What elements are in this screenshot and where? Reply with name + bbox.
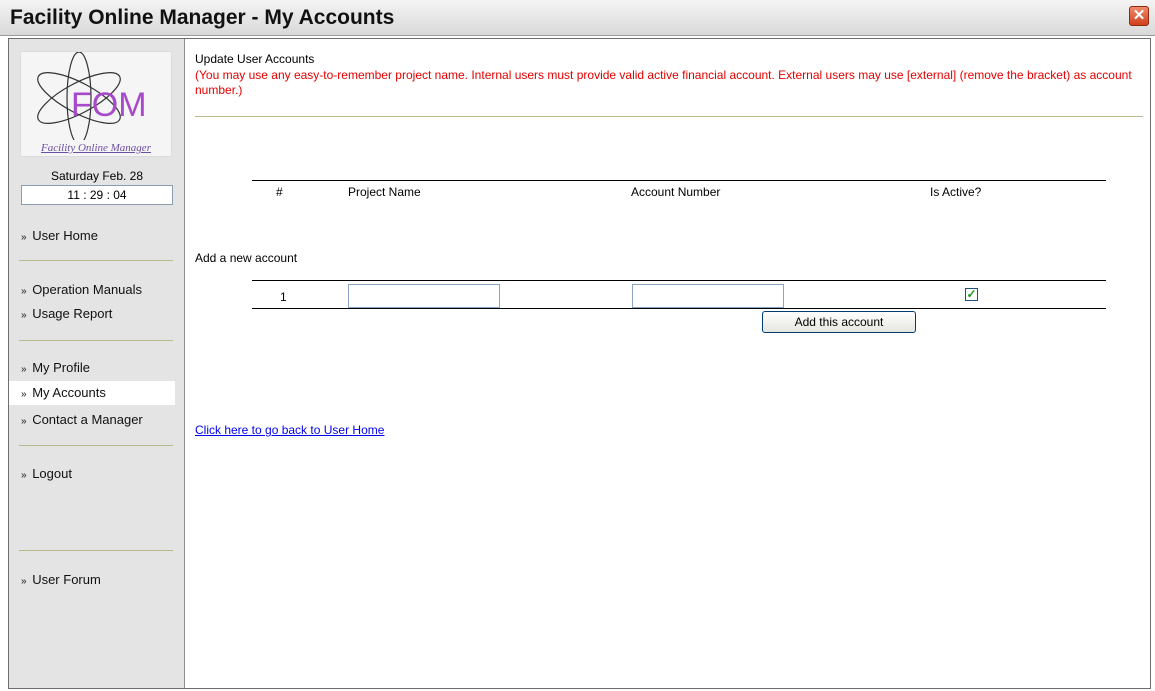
sidebar-item-usage-report[interactable]: » Usage Report — [9, 302, 175, 326]
title-bar: Facility Online Manager - My Accounts ✕ — [0, 0, 1155, 36]
chevron-icon: » — [21, 470, 27, 481]
project-name-input[interactable] — [348, 284, 500, 308]
clock-display: 11 : 29 : 04 — [21, 185, 173, 205]
column-header-is-active: Is Active? — [930, 185, 982, 199]
main-content: Update User Accounts (You may use any ea… — [195, 39, 1150, 688]
logo-caption: Facility Online Manager — [41, 142, 151, 154]
sidebar-item-label: My Accounts — [32, 385, 106, 400]
add-account-button[interactable]: Add this account — [762, 311, 916, 333]
close-icon[interactable]: ✕ — [1129, 6, 1149, 26]
back-to-user-home-link[interactable]: Click here to go back to User Home — [195, 423, 384, 437]
window-title: Facility Online Manager - My Accounts — [10, 6, 395, 29]
sidebar-item-my-profile[interactable]: » My Profile — [9, 356, 175, 380]
sidebar-item-my-accounts[interactable]: » My Accounts — [9, 381, 175, 405]
form-top-rule — [252, 280, 1106, 281]
sidebar: FOM Facility Online Manager Saturday Feb… — [9, 39, 185, 688]
column-header-project-name: Project Name — [348, 185, 421, 199]
chevron-icon: » — [21, 389, 27, 400]
is-active-checkbox[interactable]: ✓ — [965, 288, 978, 301]
sidebar-item-user-forum[interactable]: » User Forum — [9, 568, 175, 592]
column-header-number: # — [276, 185, 283, 199]
chevron-icon: » — [21, 232, 27, 243]
chevron-icon: » — [21, 286, 27, 297]
sidebar-item-user-home[interactable]: » User Home — [9, 224, 175, 248]
current-date: Saturday Feb. 28 — [50, 169, 144, 183]
sidebar-item-logout[interactable]: » Logout — [9, 462, 175, 486]
row-number: 1 — [280, 290, 287, 304]
sidebar-item-label: Contact a Manager — [32, 412, 143, 427]
sidebar-item-label: My Profile — [32, 360, 90, 375]
logo-text: FOM — [71, 86, 147, 124]
fom-logo: FOM Facility Online Manager — [20, 51, 172, 157]
account-number-input[interactable] — [632, 284, 784, 308]
page-title: Update User Accounts — [195, 52, 315, 66]
chevron-icon: » — [21, 416, 27, 427]
form-bottom-rule — [252, 308, 1106, 309]
sidebar-item-label: User Forum — [32, 572, 101, 587]
sidebar-item-label: User Home — [32, 228, 98, 243]
sidebar-item-operation-manuals[interactable]: » Operation Manuals — [9, 278, 175, 302]
add-account-label: Add a new account — [195, 251, 298, 265]
sidebar-divider — [19, 445, 173, 446]
sidebar-item-label: Operation Manuals — [32, 282, 143, 297]
chevron-icon: » — [21, 310, 27, 321]
main-frame: FOM Facility Online Manager Saturday Feb… — [8, 38, 1151, 689]
instructions-note: (You may use any easy-to-remember projec… — [195, 68, 1132, 97]
sidebar-item-label: Usage Report — [32, 306, 113, 321]
sidebar-divider — [19, 550, 173, 551]
atom-logo-icon: FOM — [37, 51, 147, 145]
sidebar-item-contact-manager[interactable]: » Contact a Manager — [9, 408, 175, 432]
chevron-icon: » — [21, 364, 27, 375]
sidebar-divider — [19, 260, 173, 261]
chevron-icon: » — [21, 576, 27, 587]
sidebar-divider — [19, 340, 173, 341]
table-top-rule — [252, 180, 1106, 181]
header-divider — [195, 116, 1143, 117]
column-header-account-number: Account Number — [631, 185, 721, 199]
sidebar-item-label: Logout — [32, 466, 72, 481]
